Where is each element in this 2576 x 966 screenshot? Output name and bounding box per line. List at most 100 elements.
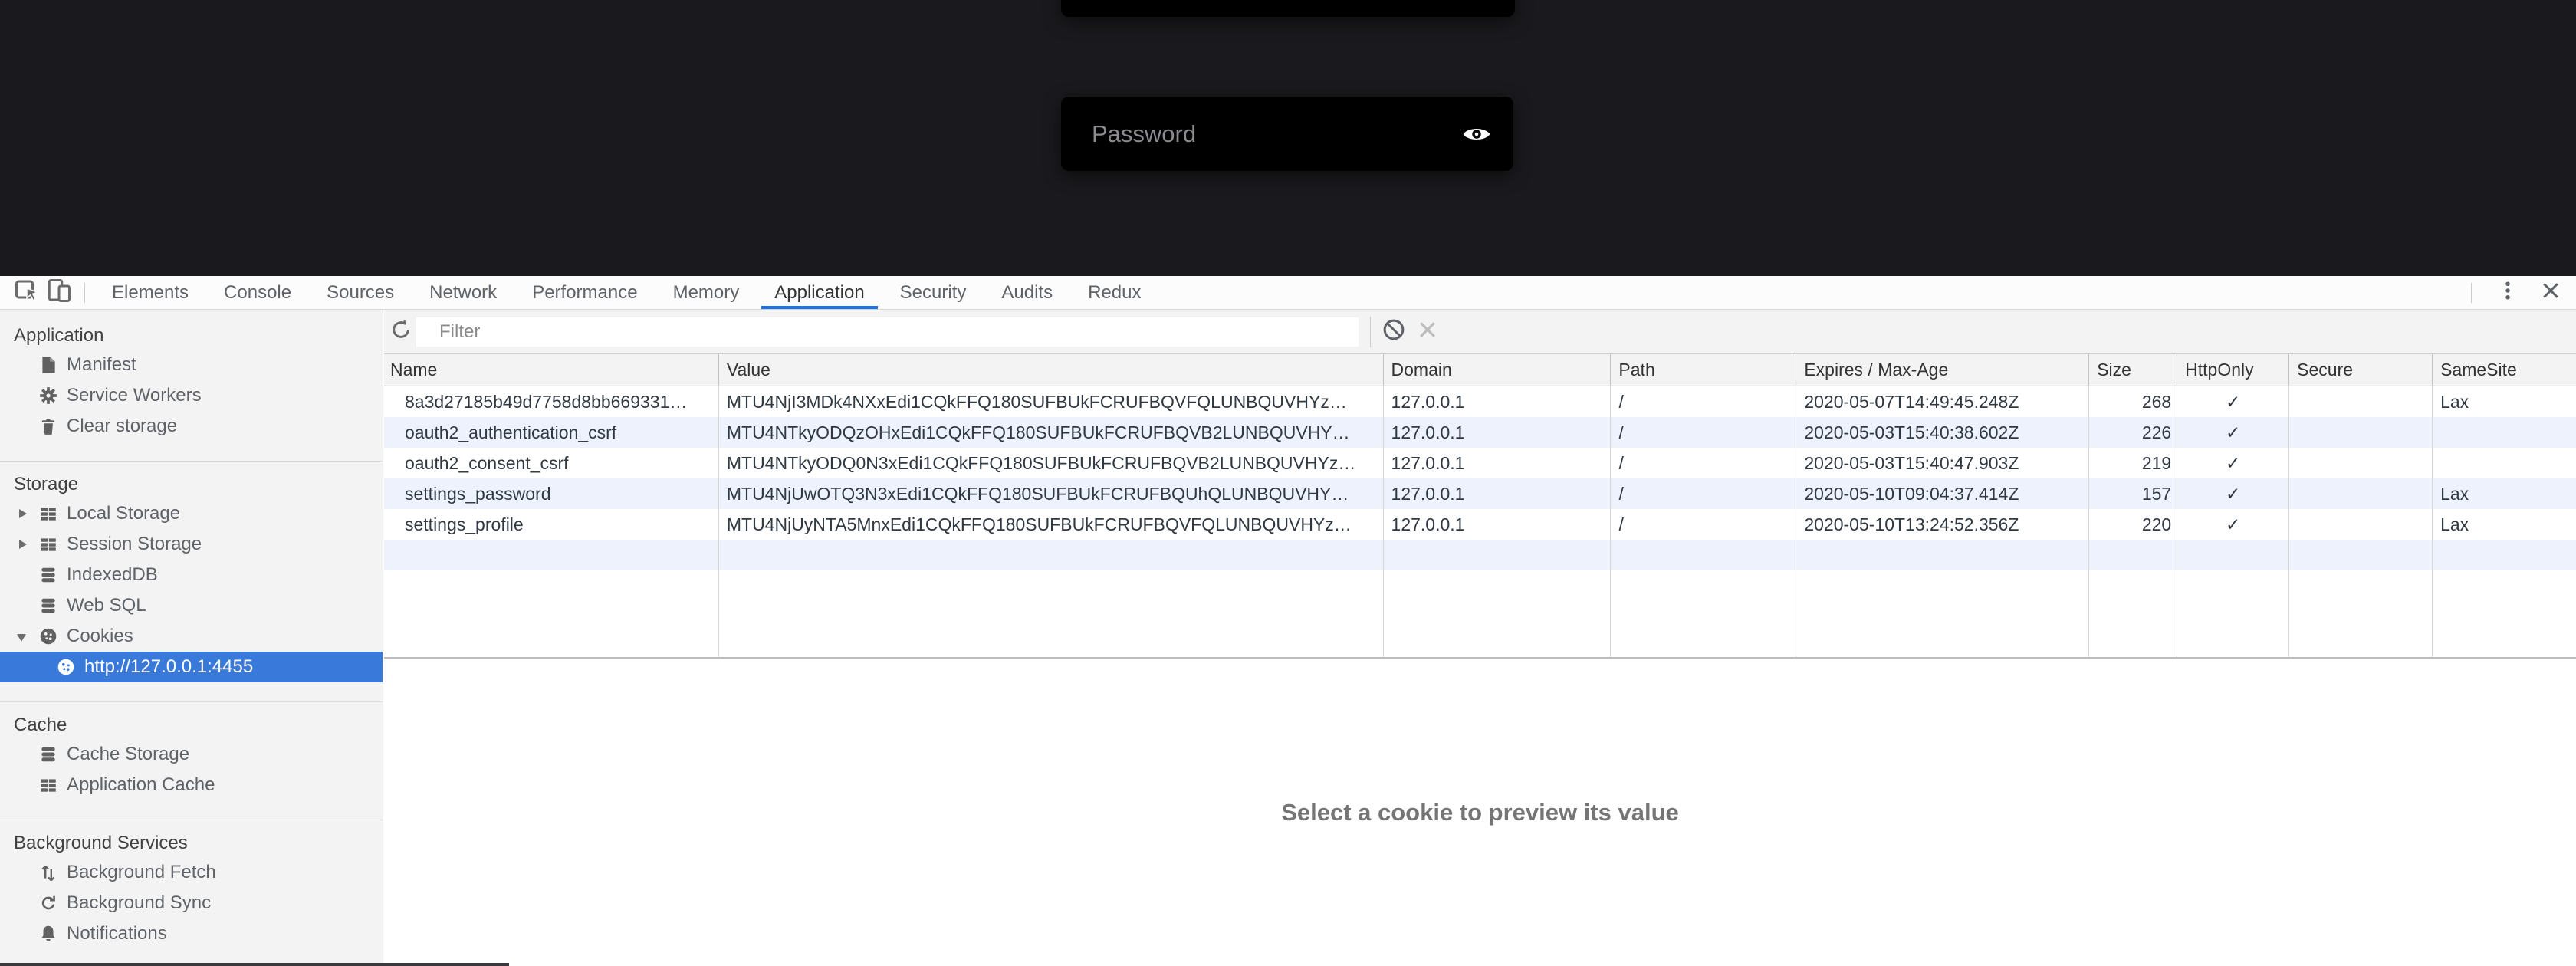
close-devtools-button[interactable]	[2535, 276, 2567, 309]
cookie-icon	[38, 626, 58, 646]
column-header-expires[interactable]: Expires / Max-Age	[1796, 354, 2089, 386]
cell-http_only: ✓	[2177, 509, 2289, 540]
delete-selected-icon	[1416, 318, 1439, 345]
sidebar-item-notifications[interactable]: Notifications	[0, 918, 383, 949]
devtools-tabbar: ElementsConsoleSourcesNetworkPerformance…	[0, 276, 2576, 310]
delete-selected-button[interactable]	[1411, 315, 1444, 349]
tabbar-separator	[84, 283, 85, 303]
sidebar-item-label: Web SQL	[67, 595, 146, 616]
arrow-spacer	[12, 411, 34, 442]
tab-elements[interactable]: Elements	[94, 276, 206, 309]
tab-network[interactable]: Network	[412, 276, 514, 309]
tab-performance[interactable]: Performance	[514, 276, 655, 309]
column-header-name[interactable]: Name	[384, 354, 719, 386]
column-header-secure[interactable]: Secure	[2289, 354, 2433, 386]
cookies-table: NameValueDomainPathExpires / Max-AgeSize…	[384, 354, 2576, 659]
sidebar-item-session-storage[interactable]: Session Storage	[0, 529, 383, 560]
cell-expires: 2020-05-10T09:04:37.414Z	[1796, 478, 2089, 509]
sidebar-item-label: IndexedDB	[67, 564, 158, 586]
cell-http_only: ✓	[2177, 478, 2289, 509]
chevron-right-icon[interactable]	[12, 529, 34, 560]
sidebar-item-cache-storage[interactable]: Cache Storage	[0, 739, 383, 770]
cookies-toolbar	[384, 310, 2576, 354]
cell-secure	[2289, 386, 2433, 417]
device-toolbar-button[interactable]	[43, 276, 75, 309]
empty-cell	[1796, 570, 2089, 657]
sidebar-item-background-fetch[interactable]: Background Fetch	[0, 857, 383, 888]
database-icon	[38, 565, 58, 585]
sidebar-item-web-sql[interactable]: Web SQL	[0, 590, 383, 621]
sidebar-item-label: Manifest	[67, 354, 136, 376]
cookie-row-oauth2-consent-csrf[interactable]: oauth2_consent_csrfMTU4NTkyODQ0N3xEdi1CQ…	[384, 448, 2576, 478]
cookie-row-settings-profile[interactable]: settings_profileMTU4NjUyNTA5MnxEdi1CQkFF…	[384, 509, 2576, 540]
username-input[interactable]	[1061, 0, 1515, 17]
tab-audits[interactable]: Audits	[984, 276, 1070, 309]
filter-input[interactable]	[416, 317, 1359, 347]
eye-icon[interactable]	[1461, 123, 1492, 146]
empty-cell	[1611, 540, 1796, 570]
cell-path: /	[1611, 478, 1796, 509]
column-header-path[interactable]: Path	[1611, 354, 1796, 386]
column-header-value[interactable]: Value	[719, 354, 1384, 386]
password-field[interactable]	[1061, 97, 1513, 171]
chevron-down-icon[interactable]	[12, 621, 34, 652]
cell-name: oauth2_consent_csrf	[384, 448, 719, 478]
empty-cell	[2177, 570, 2289, 657]
cookies-pane: NameValueDomainPathExpires / Max-AgeSize…	[384, 310, 2576, 966]
sidebar-item-application-cache[interactable]: Application Cache	[0, 770, 383, 800]
tab-redux[interactable]: Redux	[1070, 276, 1158, 309]
table-icon	[38, 534, 58, 554]
sidebar-item-manifest[interactable]: Manifest	[0, 350, 383, 380]
sidebar-item-clear-storage[interactable]: Clear storage	[0, 411, 383, 442]
webpage-background	[0, 0, 2576, 276]
cell-path: /	[1611, 417, 1796, 448]
cell-same_site	[2433, 417, 2576, 448]
cell-same_site: Lax	[2433, 386, 2576, 417]
inspect-element-button[interactable]	[11, 276, 43, 309]
cookie-row-8a3d27185b49d7758d8bb669331[interactable]: 8a3d27185b49d7758d8bb669331…MTU4NjI3MDk4…	[384, 386, 2576, 417]
empty-cell	[1611, 570, 1796, 657]
cell-value: MTU4NTkyODQzOHxEdi1CQkFFQ180SUFBUkFCRUFB…	[719, 417, 1384, 448]
database-icon	[38, 596, 58, 616]
cell-http_only: ✓	[2177, 417, 2289, 448]
column-header-same_site[interactable]: SameSite	[2433, 354, 2576, 386]
clear-all-cookies-button[interactable]	[1377, 315, 1411, 349]
column-header-size[interactable]: Size	[2089, 354, 2177, 386]
cookie-row-oauth2-authentication-csrf[interactable]: oauth2_authentication_csrfMTU4NTkyODQzOH…	[384, 417, 2576, 448]
more-options-button[interactable]	[2492, 276, 2524, 309]
column-header-http_only[interactable]: HttpOnly	[2177, 354, 2289, 386]
empty-cell	[2289, 540, 2433, 570]
column-header-domain[interactable]: Domain	[1384, 354, 1612, 386]
clear-all-icon	[1382, 318, 1405, 345]
sidebar: ApplicationManifestService WorkersClear …	[0, 310, 383, 966]
table-body: 8a3d27185b49d7758d8bb669331…MTU4NjI3MDk4…	[384, 386, 2576, 657]
cookie-row-settings-password[interactable]: settings_passwordMTU4NjUwOTQ3N3xEdi1CQkF…	[384, 478, 2576, 509]
cell-http_only: ✓	[2177, 386, 2289, 417]
table-header-row: NameValueDomainPathExpires / Max-AgeSize…	[384, 354, 2576, 386]
chevron-right-icon[interactable]	[12, 498, 34, 529]
sidebar-section-separator	[0, 461, 383, 462]
sidebar-item-indexeddb[interactable]: IndexedDB	[0, 560, 383, 590]
screen: ElementsConsoleSourcesNetworkPerformance…	[0, 0, 2576, 966]
tab-sources[interactable]: Sources	[309, 276, 412, 309]
tab-application[interactable]: Application	[757, 276, 882, 309]
cell-same_site	[2433, 448, 2576, 478]
sidebar-item-background-sync[interactable]: Background Sync	[0, 888, 383, 918]
sidebar-item-label: Background Sync	[67, 892, 211, 914]
password-input[interactable]	[1061, 97, 1513, 171]
cell-expires: 2020-05-03T15:40:47.903Z	[1796, 448, 2089, 478]
sidebar-item-label: Cookies	[67, 626, 133, 647]
sidebar-item-local-storage[interactable]: Local Storage	[0, 498, 383, 529]
tab-memory[interactable]: Memory	[656, 276, 757, 309]
empty-cell	[2089, 540, 2177, 570]
tab-console[interactable]: Console	[206, 276, 309, 309]
sidebar-item-service-workers[interactable]: Service Workers	[0, 380, 383, 411]
cell-size: 220	[2089, 509, 2177, 540]
sidebar-item-label: Local Storage	[67, 503, 180, 524]
tab-security[interactable]: Security	[882, 276, 984, 309]
refresh-button[interactable]	[386, 317, 416, 347]
sidebar-item-http-127-0-0-1-4455[interactable]: http://127.0.0.1:4455	[0, 652, 383, 682]
cell-secure	[2289, 417, 2433, 448]
sidebar-item-cookies[interactable]: Cookies	[0, 621, 383, 652]
refresh-icon	[389, 317, 413, 346]
